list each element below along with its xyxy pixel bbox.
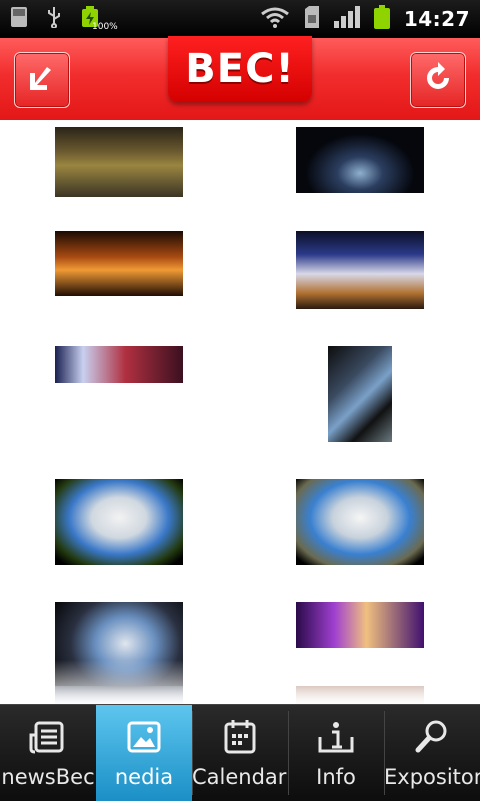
building-exterior-fisheye-photo-2[interactable]	[296, 479, 424, 565]
building-exterior-fisheye-photo[interactable]	[55, 479, 183, 565]
sd-card-icon	[10, 6, 28, 32]
tab-label-espositore: Expositore	[384, 765, 480, 789]
tab-label-calendario: Calendaric	[192, 765, 288, 789]
search-icon	[412, 717, 452, 757]
partial-photo-right[interactable]	[296, 686, 424, 704]
tab-espositore[interactable]: Expositore	[384, 705, 480, 801]
battery-full-icon	[373, 5, 390, 33]
refresh-icon	[421, 61, 455, 99]
tab-newsbec[interactable]: newsBec	[0, 705, 96, 801]
news-icon	[28, 717, 68, 757]
logo-text: BEC!	[185, 46, 295, 92]
tab-label-info: Info	[316, 765, 356, 789]
sim-icon	[304, 6, 320, 32]
app-header: BEC!	[0, 36, 480, 120]
wifi-icon	[260, 6, 290, 32]
arena-dirt-track-photo[interactable]	[55, 127, 183, 197]
usb-icon	[46, 6, 62, 32]
auditorium-purple-lights-photo[interactable]	[296, 602, 424, 648]
bottom-tab-bar: newsBec nedia Calendaric Info Expositore	[0, 704, 480, 801]
exhibition-hall-interior-photo[interactable]	[296, 231, 424, 309]
partial-photo-left[interactable]	[55, 686, 183, 704]
tab-label-media: nedia	[114, 765, 174, 789]
bec-logo: BEC!	[168, 36, 312, 102]
refresh-button[interactable]	[410, 52, 466, 108]
calendar-icon	[220, 717, 260, 757]
tab-media[interactable]: nedia	[96, 705, 192, 801]
image-icon	[124, 717, 164, 757]
tab-info[interactable]: Info	[288, 705, 384, 801]
back-button[interactable]	[14, 52, 70, 108]
battery-percentage: 100%	[92, 22, 118, 32]
tab-label-newsbec: newsBec	[1, 765, 95, 789]
crowd-panorama-photo[interactable]	[55, 346, 183, 383]
status-bar: 100% 14:27	[0, 0, 480, 38]
tab-calendario[interactable]: Calendaric	[192, 705, 288, 801]
arena-stage-lights-photo[interactable]	[296, 127, 424, 193]
clock: 14:27	[403, 7, 470, 31]
signal-icon	[333, 6, 360, 32]
media-gallery	[0, 120, 480, 704]
concert-stage-photo[interactable]	[55, 231, 183, 296]
info-icon	[316, 717, 356, 757]
steel-structure-photo[interactable]	[328, 346, 392, 442]
back-arrow-icon	[25, 61, 59, 99]
